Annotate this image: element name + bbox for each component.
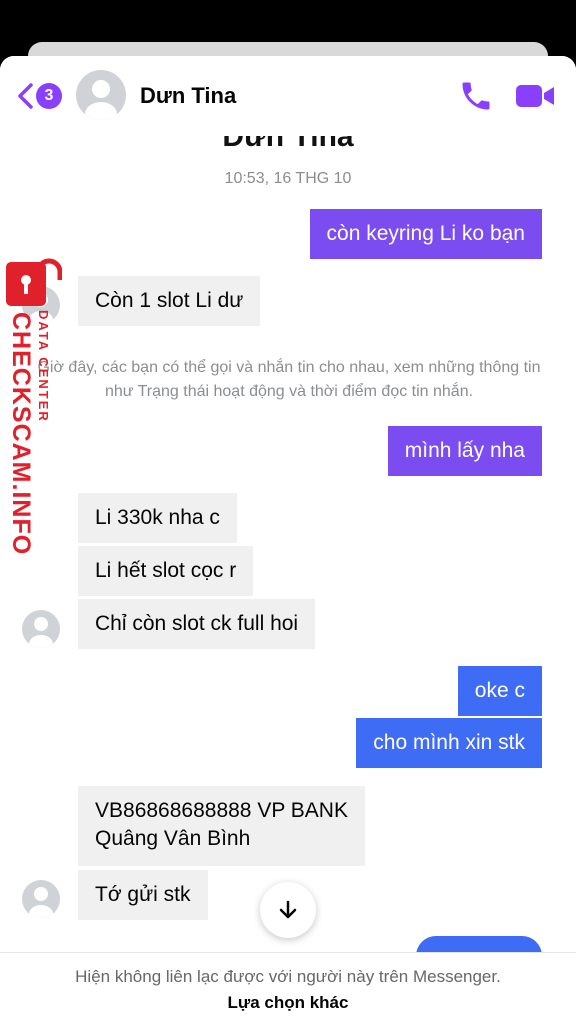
other-options-link[interactable]: Lựa chọn khác	[0, 993, 576, 1013]
message-outgoing[interactable]: còn keyring Li ko bạn	[309, 209, 542, 259]
chat-timestamp: 10:53, 16 THG 10	[224, 170, 352, 187]
sender-avatar	[22, 880, 60, 918]
contact-name[interactable]: Dưn Tina	[140, 83, 236, 109]
message-outgoing[interactable]: cho mình xin stk	[356, 718, 542, 768]
watermark: CHECKSCAM.INFO DATA CENTER	[0, 250, 70, 580]
video-call-button[interactable]	[514, 80, 558, 112]
watermark-subtext: DATA CENTER	[36, 310, 51, 423]
default-avatar-icon	[29, 617, 53, 648]
scroll-to-bottom-button[interactable]	[260, 882, 316, 938]
phone-icon	[462, 82, 490, 110]
chevron-left-icon	[18, 83, 33, 109]
voice-call-button[interactable]	[458, 78, 494, 114]
watermark-text: CHECKSCAM.INFO	[7, 312, 35, 556]
unavailable-notice: Hiện không liên lạc được với người này t…	[75, 967, 501, 986]
chat-window: 3 Dưn Tina Dưn Tina 10:53, 16 THG 10 còn…	[0, 56, 576, 1024]
message-incoming[interactable]: Li 330k nha c	[78, 493, 237, 543]
message-incoming-bank-details[interactable]: VB86868688888 VP BANK Quâng Vân Bình	[78, 786, 365, 866]
back-button[interactable]: 3	[16, 78, 62, 114]
chat-header: 3 Dưn Tina	[0, 56, 576, 136]
default-avatar-icon	[29, 887, 53, 918]
default-avatar-icon	[85, 80, 117, 120]
video-camera-icon	[516, 85, 554, 107]
message-incoming[interactable]: Li hết slot cọc r	[78, 546, 254, 596]
padlock-icon	[6, 258, 62, 306]
message-incoming[interactable]: Chỉ còn slot ck full hoi	[78, 599, 316, 649]
unread-badge: 3	[36, 83, 62, 109]
message-outgoing[interactable]: oke c	[457, 666, 542, 716]
account-holder-line: Quâng Vân Bình	[95, 827, 251, 850]
sender-avatar	[22, 610, 60, 648]
message-incoming[interactable]: Tớ gửi stk	[78, 870, 208, 920]
contact-avatar[interactable]	[76, 70, 126, 120]
message-incoming[interactable]: Còn 1 slot Li dư	[78, 276, 261, 326]
messenger-info-notice: Giờ đây, các bạn có thể gọi và nhắn tin …	[37, 359, 541, 400]
bank-account-line: VB86868688888 VP BANK	[95, 799, 348, 822]
message-outgoing[interactable]: mình lấy nha	[387, 426, 542, 476]
chat-footer: Hiện không liên lạc được với người này t…	[0, 952, 576, 1024]
arrow-down-icon	[279, 900, 297, 919]
